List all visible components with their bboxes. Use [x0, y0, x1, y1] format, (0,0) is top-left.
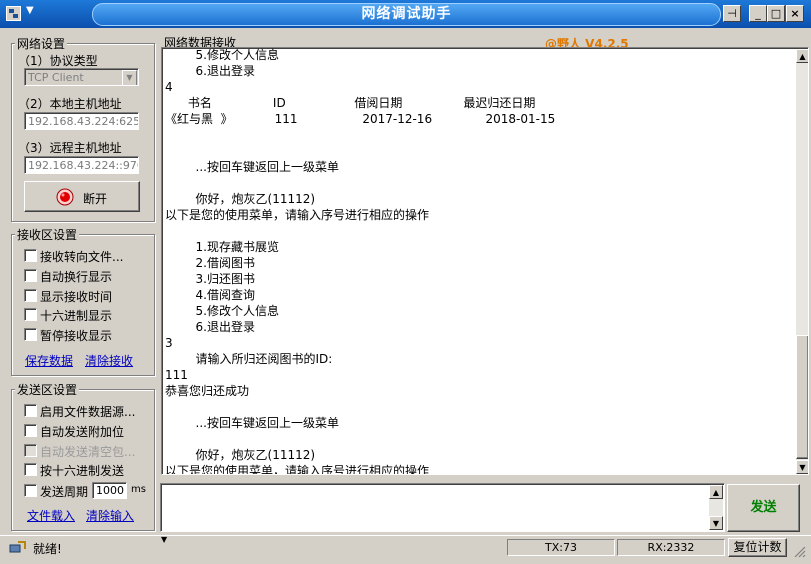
- clear-recv-link[interactable]: 清除接收: [85, 352, 133, 369]
- recv-line: ...按回车键返回上一级菜单: [165, 416, 339, 430]
- title-bar: ▼ 网络调试助手 ⊣ _ □ ×: [0, 0, 811, 28]
- recv-line: 3.归还图书: [165, 272, 255, 286]
- hex-display-checkbox[interactable]: [24, 308, 37, 321]
- hex-send-label: 按十六进制发送: [40, 464, 125, 478]
- recv-line: 你好，炮灰乙(11112): [165, 192, 316, 206]
- pause-display-checkbox[interactable]: [24, 328, 37, 341]
- recv-textarea[interactable]: 5.修改个人信息 6.退出登录 4 书名 ID 借阅日期 最迟归还日期《红与黑 》…: [161, 47, 809, 475]
- window-title: 网络调试助手: [92, 3, 721, 26]
- remote-address-field[interactable]: 192.168.43.224::9700: [24, 156, 139, 174]
- tx-counter: TX:73: [507, 539, 615, 556]
- recv-line: 5.修改个人信息: [165, 304, 279, 318]
- reset-counter-button[interactable]: 复位计数: [728, 538, 787, 557]
- connection-status-icon: [56, 188, 74, 206]
- minimize-button[interactable]: _: [749, 5, 767, 22]
- load-file-link[interactable]: 文件载入: [27, 507, 75, 524]
- recv-line: 111: [165, 368, 188, 382]
- status-text: 就绪!: [33, 542, 62, 556]
- send-scroll-up-button[interactable]: ▲: [709, 485, 723, 499]
- send-period-checkbox[interactable]: [24, 484, 37, 497]
- protocol-select[interactable]: TCP Client ▼: [24, 68, 139, 86]
- auto-wrap-label: 自动换行显示: [40, 270, 113, 284]
- recv-line: 以下是您的使用菜单，请输入序号进行相应的操作: [165, 464, 430, 475]
- recv-line: 1.现存藏书展览: [165, 240, 279, 254]
- pin-icon[interactable]: ⊣: [723, 5, 741, 22]
- chevron-down-icon[interactable]: ▼: [122, 70, 137, 85]
- status-dropdown-icon[interactable]: ▼: [161, 535, 167, 544]
- file-source-label: 启用文件数据源...: [40, 405, 136, 419]
- local-address-label: （2）本地主机地址: [18, 97, 122, 111]
- send-period-input[interactable]: 1000: [92, 482, 127, 499]
- clear-input-link[interactable]: 清除输入: [86, 507, 134, 524]
- recv-line: 恭喜您归还成功: [165, 384, 250, 398]
- auto-append-checkbox[interactable]: [24, 424, 37, 437]
- auto-clear-checkbox: [24, 444, 37, 457]
- recv-line: 5.修改个人信息: [165, 48, 279, 62]
- recv-line: 4: [165, 80, 173, 94]
- save-data-link[interactable]: 保存数据: [25, 352, 73, 369]
- size-grip-icon[interactable]: [792, 544, 806, 558]
- recv-line: 3: [165, 336, 173, 350]
- show-time-label: 显示接收时间: [40, 290, 113, 304]
- auto-append-label: 自动发送附加位: [40, 425, 125, 439]
- net-settings-title: 网络设置: [15, 35, 68, 52]
- period-unit-label: ms: [131, 484, 146, 495]
- disconnect-label: 断开: [83, 192, 108, 206]
- pause-display-label: 暂停接收显示: [40, 329, 113, 343]
- recv-to-file-label: 接收转向文件...: [40, 250, 124, 264]
- recv-line: 书名 ID 借阅日期 最迟归还日期: [165, 96, 536, 110]
- recv-line: ...按回车键返回上一级菜单: [165, 160, 339, 174]
- recv-line: 4.借阅查询: [165, 288, 255, 302]
- send-period-label: 发送周期: [40, 485, 89, 499]
- recv-line: 以下是您的使用菜单，请输入序号进行相应的操作: [165, 208, 430, 222]
- recv-line: 《红与黑 》 111 2017-12-16 2018-01-15: [165, 112, 556, 126]
- local-address-field[interactable]: 192.168.43.224:62579: [24, 112, 139, 130]
- send-textarea[interactable]: ▲ ▼: [160, 483, 725, 532]
- recv-line: 6.退出登录: [165, 320, 255, 334]
- protocol-label: （1）协议类型: [18, 54, 98, 68]
- close-button[interactable]: ×: [786, 5, 804, 22]
- system-menu-icon[interactable]: ▼: [6, 5, 36, 23]
- scroll-down-button[interactable]: ▼: [796, 460, 808, 474]
- disconnect-button[interactable]: 断开: [24, 181, 140, 212]
- rx-counter: RX:2332: [617, 539, 725, 556]
- scroll-thumb[interactable]: [796, 335, 808, 459]
- status-icon: [9, 541, 26, 553]
- recv-line: 6.退出登录: [165, 64, 255, 78]
- recv-line: 2.借阅图书: [165, 256, 255, 270]
- auto-wrap-checkbox[interactable]: [24, 269, 37, 282]
- recv-settings-title: 接收区设置: [15, 226, 80, 243]
- maximize-button[interactable]: □: [767, 5, 785, 22]
- file-source-checkbox[interactable]: [24, 404, 37, 417]
- scroll-up-button[interactable]: ▲: [796, 49, 808, 63]
- send-scrollbar[interactable]: ▲ ▼: [709, 485, 723, 530]
- recv-scrollbar[interactable]: ▲ ▼: [796, 49, 808, 474]
- send-settings-title: 发送区设置: [15, 381, 80, 398]
- recv-line: 你好，炮灰乙(11112): [165, 448, 316, 462]
- auto-clear-label: 自动发送清空包...: [40, 445, 136, 459]
- send-button[interactable]: 发送: [727, 484, 800, 532]
- send-scroll-down-button[interactable]: ▼: [709, 516, 723, 530]
- hex-display-label: 十六进制显示: [40, 309, 113, 323]
- recv-line: 请输入所归还阅图书的ID:: [165, 352, 333, 366]
- show-time-checkbox[interactable]: [24, 289, 37, 302]
- hex-send-checkbox[interactable]: [24, 463, 37, 476]
- remote-address-label: （3）远程主机地址: [18, 141, 122, 155]
- recv-to-file-checkbox[interactable]: [24, 249, 37, 262]
